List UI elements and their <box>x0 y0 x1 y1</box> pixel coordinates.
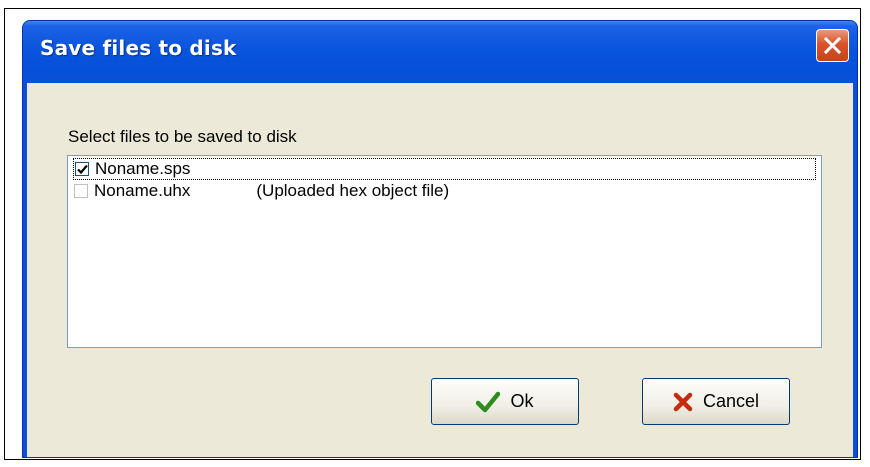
list-item[interactable]: Noname.sps <box>73 158 816 180</box>
ok-button[interactable]: Ok <box>431 378 579 425</box>
file-list[interactable]: Noname.sps Noname.uhx (Uploaded hex obje… <box>67 155 822 348</box>
ok-label: Ok <box>510 391 534 411</box>
checkmark-icon <box>77 164 88 175</box>
file-name: Noname.sps <box>95 159 191 178</box>
window-title: Save files to disk <box>40 36 237 60</box>
file-description: (Uploaded hex object file) <box>256 181 450 200</box>
x-mark-icon <box>673 392 693 412</box>
list-item[interactable]: Noname.uhx (Uploaded hex object file) <box>73 180 449 202</box>
file-checkbox[interactable] <box>74 184 88 198</box>
prompt-label: Select files to be saved to disk <box>68 127 297 146</box>
checkmark-icon <box>476 391 501 413</box>
save-files-dialog: Save files to disk Select files to be sa… <box>22 20 858 458</box>
cancel-label: Cancel <box>702 391 760 411</box>
close-icon <box>824 37 841 54</box>
file-name: Noname.uhx <box>94 181 191 200</box>
title-bar[interactable]: Save files to disk <box>23 21 857 83</box>
cancel-button[interactable]: Cancel <box>642 378 790 425</box>
close-button[interactable] <box>816 29 849 62</box>
dialog-body: Select files to be saved to disk Noname.… <box>27 83 853 457</box>
file-checkbox[interactable] <box>75 162 89 176</box>
